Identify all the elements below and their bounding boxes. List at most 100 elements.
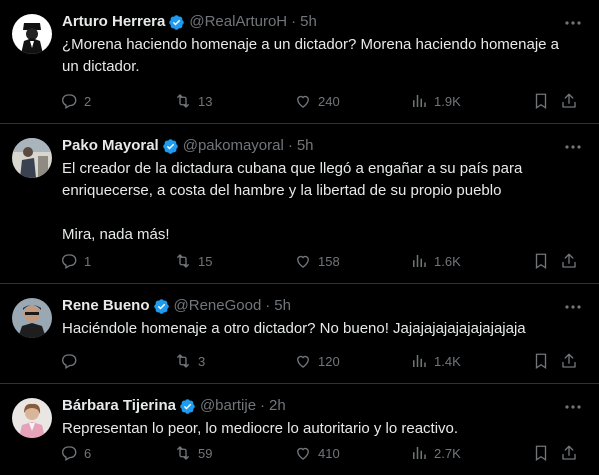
like-icon xyxy=(297,355,309,368)
like-button[interactable]: 240 xyxy=(294,91,410,111)
retweet-count: 15 xyxy=(198,253,213,269)
verified-badge-icon xyxy=(153,298,170,315)
share-button[interactable] xyxy=(560,251,578,271)
views-count: 1.4K xyxy=(434,353,461,369)
bookmark-button[interactable] xyxy=(532,251,550,271)
author-handle[interactable]: @ReneGood xyxy=(174,296,262,316)
views-icon xyxy=(413,255,426,267)
avatar[interactable] xyxy=(12,398,52,438)
views-count: 1.6K xyxy=(434,253,461,269)
like-count: 240 xyxy=(318,93,340,109)
views-count: 1.9K xyxy=(434,93,461,109)
like-button[interactable]: 410 xyxy=(294,443,410,463)
like-icon xyxy=(297,255,309,268)
separator-dot: · xyxy=(260,397,266,414)
reply-count: 6 xyxy=(84,445,92,461)
share-icon xyxy=(562,445,576,460)
author-handle[interactable]: @pakomayoral xyxy=(183,136,284,156)
tweet-actions: 6 59 410 2.7K xyxy=(60,443,587,463)
share-icon xyxy=(562,93,576,108)
retweet-button[interactable]: 59 xyxy=(174,443,294,463)
like-button[interactable]: 158 xyxy=(294,251,410,271)
tweet-text: ¿Morena haciendo homenaje a un dictador?… xyxy=(62,36,559,75)
like-count: 158 xyxy=(318,253,340,269)
verified-badge-icon xyxy=(179,398,196,415)
views-count: 2.7K xyxy=(434,445,461,461)
like-icon xyxy=(297,95,309,108)
retweet-icon xyxy=(177,254,189,268)
timestamp[interactable]: 5h xyxy=(297,136,314,156)
timestamp[interactable]: 2h xyxy=(269,396,286,416)
reply-count: 2 xyxy=(84,93,92,109)
author-handle[interactable]: @bartije xyxy=(200,396,256,416)
retweet-button[interactable]: 15 xyxy=(174,251,294,271)
bookmark-icon xyxy=(535,353,547,370)
tweet-text: Haciéndole homenaje a otro dictador? No … xyxy=(62,320,526,337)
author-handle[interactable]: @RealArturoH xyxy=(189,12,287,32)
reply-button[interactable] xyxy=(60,351,174,371)
avatar[interactable] xyxy=(12,14,52,54)
separator-dot: · xyxy=(291,13,297,30)
tweet-text: El creador de la dictadura cubana que ll… xyxy=(62,160,523,243)
share-icon xyxy=(562,353,576,368)
tweet[interactable]: Arturo Herrera @RealArturoH · 5h ¿Morena… xyxy=(0,0,599,124)
timestamp[interactable]: 5h xyxy=(274,296,291,316)
avatar[interactable] xyxy=(12,138,52,178)
reply-icon xyxy=(62,254,77,269)
retweet-icon xyxy=(177,354,189,368)
more-options-icon[interactable] xyxy=(563,300,583,314)
views-icon xyxy=(413,355,426,367)
tweet-header: Bárbara Tijerina @bartije · 2h xyxy=(62,396,583,416)
tweet-actions: 2 13 240 1.9K xyxy=(60,91,587,111)
separator-dot: · xyxy=(265,297,271,314)
views-button[interactable]: 2.7K xyxy=(410,443,532,463)
retweet-icon xyxy=(177,446,189,460)
more-options-icon[interactable] xyxy=(563,16,583,30)
views-button[interactable]: 1.9K xyxy=(410,91,532,111)
reply-button[interactable]: 2 xyxy=(60,91,174,111)
reply-icon xyxy=(62,354,77,369)
tweet-header: Pako Mayoral @pakomayoral · 5h xyxy=(62,136,583,156)
timestamp[interactable]: 5h xyxy=(300,12,317,32)
verified-badge-icon xyxy=(168,14,185,31)
like-button[interactable]: 120 xyxy=(294,351,410,371)
retweet-button[interactable]: 3 xyxy=(174,351,294,371)
like-icon xyxy=(297,447,309,460)
avatar[interactable] xyxy=(12,298,52,338)
retweet-count: 13 xyxy=(198,93,213,109)
retweet-count: 3 xyxy=(198,353,206,369)
retweet-count: 59 xyxy=(198,445,213,461)
tweet[interactable]: Rene Bueno @ReneGood · 5h Haciéndole hom… xyxy=(0,284,599,384)
bookmark-button[interactable] xyxy=(532,351,550,371)
tweet[interactable]: Bárbara Tijerina @bartije · 2h Represent… xyxy=(0,384,599,475)
more-options-icon[interactable] xyxy=(563,400,583,414)
author-name[interactable]: Arturo Herrera xyxy=(62,12,165,32)
author-name[interactable]: Pako Mayoral xyxy=(62,136,159,156)
reply-icon xyxy=(62,446,77,461)
more-options-icon[interactable] xyxy=(563,140,583,154)
tweet-actions: 1 15 158 1.6K xyxy=(60,251,587,271)
views-button[interactable]: 1.6K xyxy=(410,251,532,271)
author-name[interactable]: Rene Bueno xyxy=(62,296,150,316)
author-name[interactable]: Bárbara Tijerina xyxy=(62,396,176,416)
reply-button[interactable]: 6 xyxy=(60,443,174,463)
share-button[interactable] xyxy=(560,443,578,463)
bookmark-button[interactable] xyxy=(532,91,550,111)
share-button[interactable] xyxy=(560,351,578,371)
share-button[interactable] xyxy=(560,91,578,111)
reply-button[interactable]: 1 xyxy=(60,251,174,271)
tweet-header: Rene Bueno @ReneGood · 5h xyxy=(62,296,583,316)
bookmark-button[interactable] xyxy=(532,443,550,463)
bookmark-icon xyxy=(535,93,547,110)
like-count: 120 xyxy=(318,353,340,369)
views-icon xyxy=(413,447,426,459)
tweet[interactable]: Pako Mayoral @pakomayoral · 5h El creado… xyxy=(0,124,599,284)
views-button[interactable]: 1.4K xyxy=(410,351,532,371)
tweet-text: Representan lo peor, lo mediocre lo auto… xyxy=(62,420,459,437)
retweet-icon xyxy=(177,94,189,108)
bookmark-icon xyxy=(535,253,547,270)
retweet-button[interactable]: 13 xyxy=(174,91,294,111)
separator-dot: · xyxy=(287,137,293,154)
tweet-feed: Arturo Herrera @RealArturoH · 5h ¿Morena… xyxy=(0,0,599,475)
tweet-actions: 3 120 1.4K xyxy=(60,351,587,371)
